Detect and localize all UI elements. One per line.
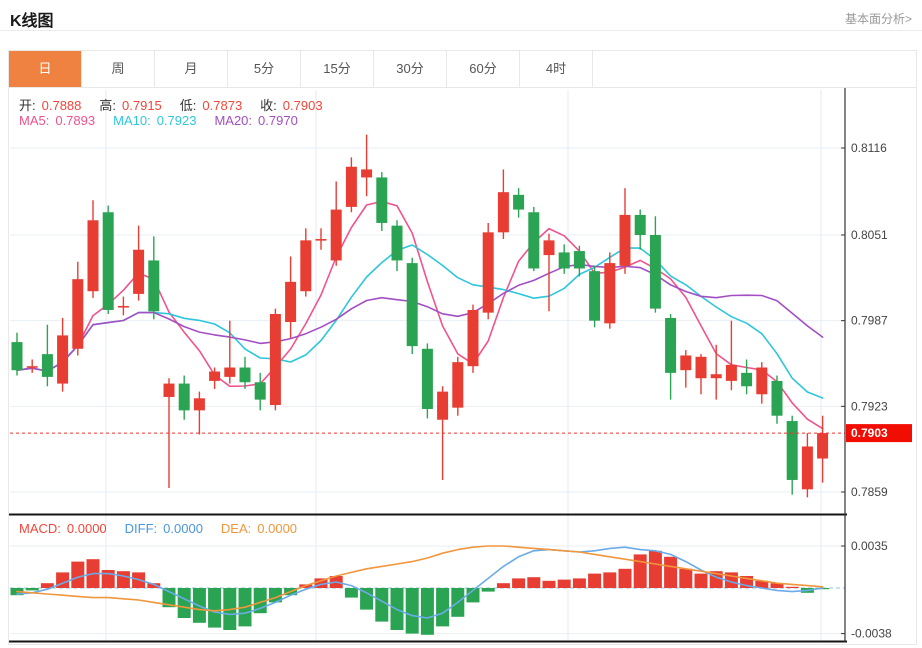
kline-chart-area: 开: 0.7888 高: 0.7915 低: 0.7873 收: 0.7903 MA5: 0.7… bbox=[8, 88, 917, 645]
fundamental-analysis-link[interactable]: 基本面分析> bbox=[845, 10, 912, 27]
svg-text:0.8116: 0.8116 bbox=[851, 141, 887, 155]
legend-label: 低: bbox=[179, 98, 197, 113]
tab-timeframe-7[interactable]: 4时 bbox=[520, 51, 593, 87]
legend-value: 0.7923 bbox=[156, 113, 197, 128]
svg-text:0.7903: 0.7903 bbox=[851, 426, 888, 440]
legend-value: 0.0000 bbox=[66, 521, 107, 536]
legend-label: MA10: bbox=[113, 113, 151, 128]
legend-label: 高: bbox=[99, 98, 117, 113]
macd-legend: MACD: 0.0000 DIFF: 0.0000 DEA: 0.0000 bbox=[19, 521, 315, 536]
svg-text:-0.0038: -0.0038 bbox=[851, 627, 892, 641]
legend-label: MA20: bbox=[214, 113, 253, 128]
legend-value: 0.7903 bbox=[282, 98, 323, 113]
legend-label: DEA: bbox=[220, 521, 252, 536]
legend-label: DIFF: bbox=[124, 521, 158, 536]
legend-label: MA5: bbox=[19, 113, 50, 128]
tab-timeframe-1[interactable]: 周 bbox=[82, 51, 155, 87]
ohlc-legend: 开: 0.7888 高: 0.7915 低: 0.7873 收: 0.7903 bbox=[19, 95, 341, 114]
legend-value: 0.7970 bbox=[258, 113, 298, 128]
tab-timeframe-3[interactable]: 5分 bbox=[228, 51, 301, 87]
tab-timeframe-4[interactable]: 15分 bbox=[301, 51, 374, 87]
svg-text:0.7923: 0.7923 bbox=[851, 399, 888, 413]
timeframe-tab-bar: 日周月 5分 15分 30分 60分 4时 bbox=[8, 50, 917, 88]
tab-timeframe-6[interactable]: 60分 bbox=[447, 51, 520, 87]
svg-text:0.7987: 0.7987 bbox=[851, 314, 888, 328]
legend-value: 0.7873 bbox=[202, 98, 243, 113]
ma-legend: MA5: 0.7893 MA10: 0.7923 MA20: 0.7970 bbox=[19, 113, 316, 128]
tab-timeframe-5[interactable]: 30分 bbox=[374, 51, 447, 87]
legend-label: 开: bbox=[19, 98, 36, 113]
svg-text:0.0035: 0.0035 bbox=[851, 539, 888, 553]
legend-value: 0.0000 bbox=[163, 521, 203, 536]
svg-text:0.8051: 0.8051 bbox=[851, 228, 888, 242]
legend-value: 0.7888 bbox=[41, 98, 82, 113]
legend-label: 收: bbox=[260, 98, 277, 113]
page-title: K线图 bbox=[10, 13, 54, 30]
page-header: K线图 基本面分析> bbox=[0, 0, 922, 31]
candlestick-macd-chart: 0.8116 0.8051 0.7987 0.7923 0.7859 0.0035 -0.0… bbox=[9, 88, 912, 643]
tab-timeframe-0[interactable]: 日 bbox=[9, 51, 82, 87]
tab-timeframe-2[interactable]: 月 bbox=[155, 51, 228, 87]
legend-value: 0.7915 bbox=[122, 98, 162, 113]
legend-value: 0.7893 bbox=[55, 113, 96, 128]
svg-text:0.7859: 0.7859 bbox=[851, 485, 888, 499]
legend-value: 0.0000 bbox=[257, 521, 298, 536]
legend-label: MACD: bbox=[19, 521, 61, 536]
